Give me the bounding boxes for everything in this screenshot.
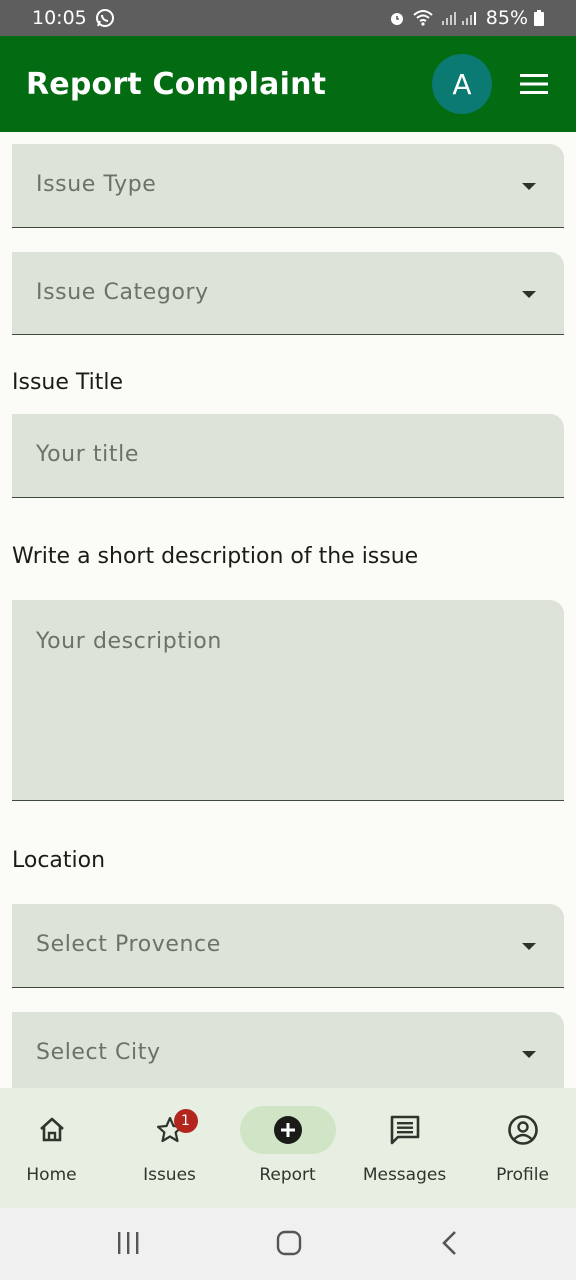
nav-icon-container xyxy=(475,1106,571,1154)
nav-item-messages[interactable]: Messages xyxy=(347,1088,462,1208)
signal-icon xyxy=(440,10,480,26)
city-dropdown[interactable]: Select City xyxy=(12,1012,564,1088)
nav-icon-container xyxy=(357,1106,453,1154)
system-navigation-bar xyxy=(0,1208,576,1280)
whatsapp-icon xyxy=(95,8,115,28)
account-circle-icon xyxy=(507,1115,538,1145)
dropdown-arrow-icon xyxy=(522,1051,536,1058)
recents-icon[interactable] xyxy=(116,1230,140,1256)
issue-category-placeholder: Issue Category xyxy=(36,280,209,305)
message-icon xyxy=(390,1115,419,1145)
issue-title-label: Issue Title xyxy=(12,370,124,395)
issues-count-badge: 1 xyxy=(173,1109,198,1133)
dropdown-arrow-icon xyxy=(522,183,536,190)
issue-title-input[interactable]: Your title xyxy=(12,414,564,498)
province-dropdown[interactable]: Select Provence xyxy=(12,904,564,988)
issue-category-dropdown[interactable]: Issue Category xyxy=(12,252,564,335)
nav-item-home[interactable]: Home xyxy=(0,1088,109,1208)
issue-type-placeholder: Issue Type xyxy=(36,172,157,197)
alarm-icon xyxy=(388,9,406,27)
page-title: Report Complaint xyxy=(26,66,327,102)
bottom-navigation: Home 1 Issues Report Messages Profile xyxy=(0,1088,576,1208)
app-bar: Report Complaint A xyxy=(0,36,576,132)
dropdown-arrow-icon xyxy=(522,943,536,950)
nav-item-report[interactable]: Report xyxy=(230,1088,345,1208)
battery-icon xyxy=(534,10,544,26)
dropdown-arrow-icon xyxy=(522,291,536,298)
back-icon[interactable] xyxy=(440,1230,460,1256)
description-placeholder: Your description xyxy=(36,629,222,654)
wifi-icon xyxy=(412,9,434,27)
nav-label-profile: Profile xyxy=(496,1165,549,1185)
nav-icon-container xyxy=(4,1106,100,1154)
hamburger-menu-icon[interactable] xyxy=(516,70,552,98)
avatar[interactable]: A xyxy=(432,54,492,114)
nav-icon-container-active xyxy=(239,1106,336,1154)
home-icon xyxy=(39,1117,64,1142)
home-button-icon[interactable] xyxy=(276,1230,302,1256)
description-label: Write a short description of the issue xyxy=(12,544,419,569)
nav-item-profile[interactable]: Profile xyxy=(465,1088,576,1208)
issue-title-placeholder: Your title xyxy=(36,442,139,467)
city-placeholder: Select City xyxy=(36,1040,161,1065)
add-circle-icon xyxy=(273,1116,302,1144)
status-bar: 10:05 85% xyxy=(0,0,576,36)
nav-item-issues[interactable]: 1 Issues xyxy=(112,1088,227,1208)
nav-icon-container: 1 xyxy=(122,1106,218,1154)
issue-type-dropdown[interactable]: Issue Type xyxy=(12,144,564,228)
status-time: 10:05 xyxy=(32,7,87,29)
nav-label-messages: Messages xyxy=(362,1165,447,1185)
description-textarea[interactable]: Your description xyxy=(12,600,564,801)
nav-label-home: Home xyxy=(26,1165,77,1185)
battery-percent: 85% xyxy=(485,7,528,29)
location-label: Location xyxy=(12,848,106,873)
nav-label-issues: Issues xyxy=(143,1165,196,1185)
nav-label-report: Report xyxy=(259,1165,316,1185)
province-placeholder: Select Provence xyxy=(36,932,221,957)
